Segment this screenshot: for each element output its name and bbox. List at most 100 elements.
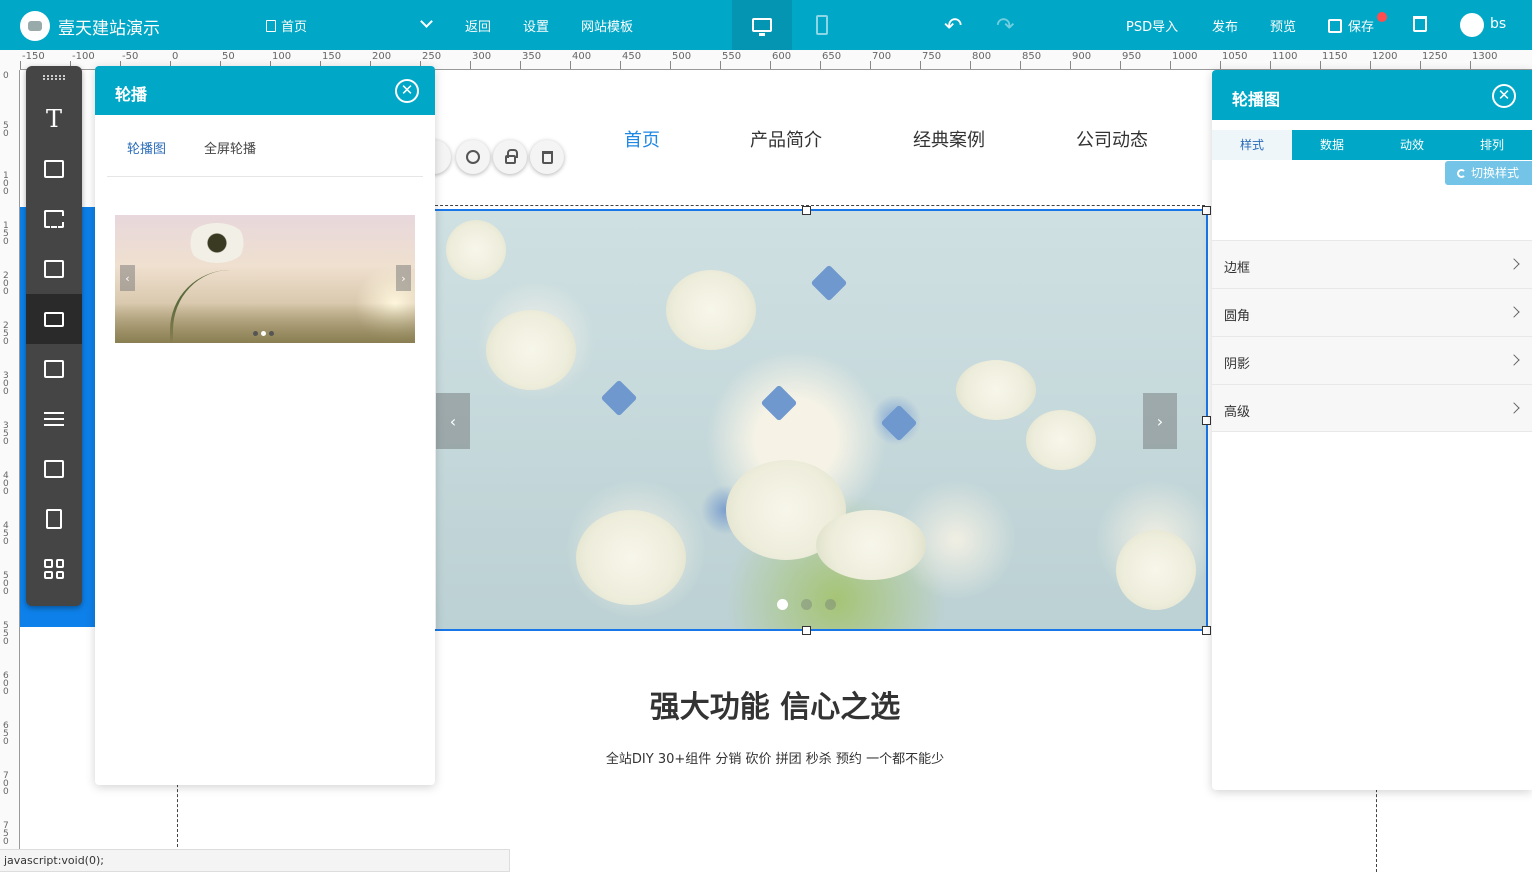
gear-icon: [466, 150, 480, 164]
cursor-icon: [44, 210, 64, 228]
ruler-tick: [520, 61, 521, 69]
site-nav-products[interactable]: 产品简介: [750, 126, 822, 152]
avatar[interactable]: [1460, 13, 1484, 37]
ruler-label: 450: [622, 51, 642, 62]
tab-style[interactable]: 样式: [1212, 130, 1292, 160]
section-headline[interactable]: 强大功能 信心之选: [580, 682, 970, 726]
undo-icon[interactable]: ↶: [944, 14, 962, 39]
ruler-tick: [1170, 61, 1171, 69]
widgets-tool[interactable]: [26, 544, 82, 594]
ruler-label: 900: [1072, 51, 1092, 62]
section-advanced[interactable]: 高级: [1212, 384, 1532, 432]
ruler-label: 500: [3, 571, 9, 597]
ruler-label: 950: [1122, 51, 1142, 62]
element-lock-button[interactable]: [493, 140, 527, 174]
back-link[interactable]: 返回: [465, 16, 491, 35]
save-button[interactable]: 保存: [1328, 16, 1374, 35]
ruler-label: 800: [972, 51, 992, 62]
tab-fullscreen-carousel[interactable]: 全屏轮播: [204, 138, 256, 157]
ruler-label: 100: [3, 171, 9, 197]
panel-header: 轮播 ✕: [95, 66, 435, 115]
list-tool[interactable]: [26, 444, 82, 494]
ruler-tick: [1220, 61, 1221, 69]
properties-title: 轮播图: [1232, 90, 1281, 109]
tab-animation[interactable]: 动效: [1372, 130, 1452, 160]
layout-icon: [44, 260, 64, 278]
publish-button[interactable]: 发布: [1212, 16, 1238, 35]
ruler-label: 350: [3, 421, 9, 447]
resize-handle-bottom-right[interactable]: [1202, 626, 1211, 635]
element-settings-button[interactable]: [456, 140, 490, 174]
menu-tool[interactable]: [26, 394, 82, 444]
layout-tool[interactable]: [26, 244, 82, 294]
chevron-right-icon: [1508, 354, 1520, 366]
ruler-label: 150: [3, 221, 9, 247]
drag-handle-icon[interactable]: [43, 75, 65, 80]
image-tool[interactable]: [26, 144, 82, 194]
ruler-label: 1100: [1272, 51, 1298, 62]
psd-import-button[interactable]: PSD导入: [1126, 16, 1178, 35]
tab-carousel[interactable]: 轮播图: [127, 138, 166, 157]
article-tool[interactable]: [26, 494, 82, 544]
ruler-label: 450: [3, 521, 9, 547]
chevron-down-icon[interactable]: [420, 15, 433, 28]
section-shadow[interactable]: 阴影: [1212, 336, 1532, 384]
text-tool[interactable]: T: [26, 94, 82, 144]
preview-button[interactable]: 预览: [1270, 16, 1296, 35]
section-border[interactable]: 边框: [1212, 240, 1532, 288]
resize-handle-bottom[interactable]: [802, 626, 811, 635]
panel-title: 轮播: [115, 85, 148, 104]
carousel-icon: [44, 311, 64, 327]
ruler-label: -100: [72, 51, 95, 62]
ruler-label: 100: [272, 51, 292, 62]
ruler-tick: [820, 61, 821, 69]
user-name[interactable]: bs: [1490, 16, 1506, 32]
edit-document-icon: [46, 509, 62, 529]
properties-header: 轮播图 ✕: [1212, 70, 1532, 120]
page-selector-label: 首页: [281, 20, 308, 35]
trash-icon[interactable]: [1413, 16, 1427, 32]
thumbnail-image: [115, 303, 415, 343]
ruler-tick: [20, 61, 21, 69]
switch-style-button[interactable]: 切换样式: [1445, 161, 1532, 185]
properties-tabs: 样式 数据 动效 排列: [1212, 130, 1532, 160]
site-nav-news[interactable]: 公司动态: [1076, 126, 1148, 152]
ruler-tick: [920, 61, 921, 69]
ruler-label: 0: [172, 51, 179, 62]
settings-link[interactable]: 设置: [523, 16, 549, 35]
ruler-tick: [1470, 61, 1471, 69]
resize-handle-top[interactable]: [802, 206, 811, 215]
element-delete-button[interactable]: [530, 140, 564, 174]
site-nav-cases[interactable]: 经典案例: [913, 126, 985, 152]
resize-handle-right[interactable]: [1202, 416, 1211, 425]
button-tool[interactable]: [26, 194, 82, 244]
section-radius[interactable]: 圆角: [1212, 288, 1532, 336]
resize-handle-top-right[interactable]: [1202, 206, 1211, 215]
carousel-tool[interactable]: [26, 294, 82, 344]
section-subline[interactable]: 全站DIY 30+组件 分销 砍价 拼团 秒杀 预约 一个都不能少: [520, 748, 1030, 767]
chevron-right-icon: [1508, 402, 1520, 414]
ruler-tick: [620, 61, 621, 69]
save-icon: [1328, 19, 1342, 33]
site-nav-home[interactable]: 首页: [624, 126, 660, 152]
gallery-tool[interactable]: [26, 344, 82, 394]
mobile-view-button[interactable]: [808, 0, 836, 50]
tab-arrange[interactable]: 排列: [1452, 130, 1532, 160]
redo-icon[interactable]: ↷: [996, 14, 1014, 39]
ruler-label: 150: [322, 51, 342, 62]
page-selector[interactable]: 首页: [266, 16, 307, 35]
close-icon[interactable]: ✕: [395, 79, 419, 103]
close-icon[interactable]: ✕: [1492, 84, 1516, 108]
templates-link[interactable]: 网站模板: [581, 16, 633, 35]
ruler-label: 400: [572, 51, 592, 62]
ruler-label: 600: [3, 671, 9, 697]
carousel-template-thumbnail[interactable]: ‹ ›: [115, 215, 415, 343]
ruler-tick: [1270, 61, 1271, 69]
ruler-label: 1150: [1322, 51, 1348, 62]
vertical-ruler[interactable]: 0 50 100 150 200 250 300 350 400 450 500 550 600 650 7…: [0, 70, 20, 850]
ruler-label: 700: [872, 51, 892, 62]
desktop-view-button[interactable]: [732, 0, 792, 50]
ruler-tick: [1420, 61, 1421, 69]
ruler-label: 750: [3, 821, 9, 847]
tab-data[interactable]: 数据: [1292, 130, 1372, 160]
